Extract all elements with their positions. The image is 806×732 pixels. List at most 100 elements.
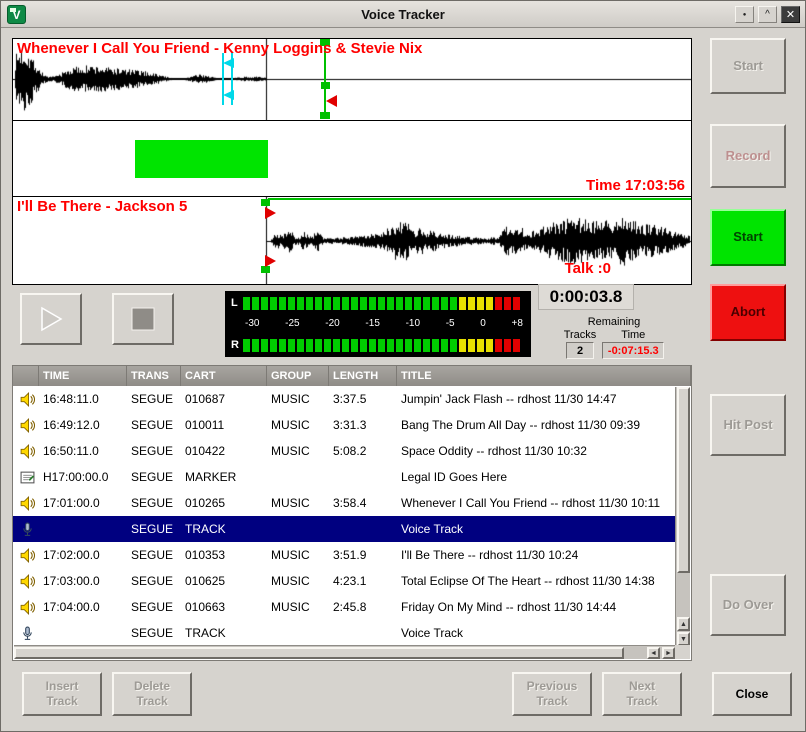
log-cell-cart: 010663	[181, 594, 267, 620]
table-row[interactable]: 17:02:00.0 SEGUE 010353 MUSIC 3:51.9 I'l…	[13, 542, 676, 568]
log-cell-group: MUSIC	[267, 568, 329, 594]
hit-post-button[interactable]: Hit Post	[710, 394, 786, 456]
scroll-down-icon[interactable]: ▼	[677, 632, 690, 646]
scale-tick: -30	[245, 318, 259, 330]
log-cell-group: MUSIC	[267, 386, 329, 412]
pin-icon[interactable]: ●	[735, 6, 754, 23]
log-cell-time: H17:00:00.0	[39, 464, 127, 490]
mic-icon	[13, 516, 39, 542]
log-cell-title: Bang The Drum All Day -- rdhost 11/30 09…	[397, 412, 676, 438]
shade-icon[interactable]: ^	[758, 6, 777, 23]
record-button[interactable]: Record	[710, 124, 786, 188]
log-cell-title: Space Oddity -- rdhost 11/30 10:32	[397, 438, 676, 464]
log-cell-title: I'll Be There -- rdhost 11/30 10:24	[397, 542, 676, 568]
table-row[interactable]: SEGUE TRACK Voice Track	[13, 620, 676, 646]
track1-waveform-panel[interactable]: Whenever I Call You Friend - Kenny Loggi…	[12, 38, 692, 121]
log-cell-group: MUSIC	[267, 438, 329, 464]
log-cell-title: Voice Track	[397, 620, 676, 646]
col-time-header[interactable]: TIME	[39, 366, 127, 386]
log-cell-trans: SEGUE	[127, 490, 181, 516]
close-icon[interactable]: ✕	[781, 6, 800, 23]
table-row[interactable]: 16:48:11.0 SEGUE 010687 MUSIC 3:37.5 Jum…	[13, 386, 676, 412]
play-icon	[37, 305, 65, 333]
log-header: TIME TRANS CART GROUP LENGTH TITLE	[13, 366, 691, 386]
window-title: Voice Tracker	[1, 7, 805, 22]
log-cell-length: 3:37.5	[329, 386, 397, 412]
log-cell-title: Voice Track	[397, 516, 676, 542]
horizontal-scrollbar[interactable]: ◄ ►	[14, 645, 676, 659]
current-time-label: Time 17:03:56	[586, 177, 685, 194]
table-row[interactable]: 16:50:11.0 SEGUE 010422 MUSIC 5:08.2 Spa…	[13, 438, 676, 464]
horizontal-scroll-thumb[interactable]	[14, 647, 624, 659]
abort-button[interactable]: Abort	[710, 284, 786, 341]
table-row[interactable]: H17:00:00.0 SEGUE MARKER Legal ID Goes H…	[13, 464, 676, 490]
voice-track-region[interactable]	[135, 140, 268, 178]
log-cell-cart: 010625	[181, 568, 267, 594]
track1-title: Whenever I Call You Friend - Kenny Loggi…	[17, 40, 422, 57]
scroll-up-icon[interactable]: ▲	[677, 617, 690, 631]
col-cart-header[interactable]: CART	[181, 366, 267, 386]
table-row[interactable]: SEGUE TRACK Voice Track	[13, 516, 676, 542]
start-button[interactable]: Start	[710, 209, 786, 266]
log-cell-trans: SEGUE	[127, 542, 181, 568]
log-cell-trans: SEGUE	[127, 516, 181, 542]
voice-tracker-window: V Voice Tracker ● ^ ✕ Whenever I Call Yo…	[0, 0, 806, 732]
meter-left-segments	[243, 297, 522, 310]
insert-track-button[interactable]: Insert Track	[22, 672, 102, 716]
log-body: 16:48:11.0 SEGUE 010687 MUSIC 3:37.5 Jum…	[13, 386, 676, 646]
log-cell-time	[39, 516, 127, 542]
meter-scale: -30 -25 -20 -15 -10 -5 0 +8	[231, 318, 525, 330]
remaining-time-value: -0:07:15.3	[602, 342, 664, 359]
next-track-button[interactable]: Next Track	[602, 672, 682, 716]
speaker-icon	[13, 542, 39, 568]
log-cell-time: 16:50:11.0	[39, 438, 127, 464]
app-icon: V	[7, 5, 26, 24]
log-cell-length: 3:58.4	[329, 490, 397, 516]
remaining-tracks-label: Tracks	[564, 329, 597, 341]
do-over-button[interactable]: Do Over	[710, 574, 786, 636]
scroll-right-icon[interactable]: ►	[662, 647, 675, 659]
col-length-header[interactable]: LENGTH	[329, 366, 397, 386]
scroll-left-icon[interactable]: ◄	[647, 647, 660, 659]
play-button[interactable]	[20, 293, 82, 345]
speaker-icon	[13, 386, 39, 412]
meter-right-label: R	[231, 339, 243, 351]
remaining-time-label: Time	[621, 329, 645, 341]
log-cell-trans: SEGUE	[127, 594, 181, 620]
log-cell-time: 17:01:00.0	[39, 490, 127, 516]
delete-track-button[interactable]: Delete Track	[112, 672, 192, 716]
track2-waveform-panel[interactable]: I'll Be There - Jackson 5 Talk :0	[12, 196, 692, 285]
vertical-scroll-thumb[interactable]	[677, 387, 690, 573]
close-button[interactable]: Close	[712, 672, 792, 716]
log-cell-group: MUSIC	[267, 412, 329, 438]
log-cell-time: 17:03:00.0	[39, 568, 127, 594]
log-cell-cart: 010687	[181, 386, 267, 412]
col-group-header[interactable]: GROUP	[267, 366, 329, 386]
remaining-label: Remaining	[588, 316, 641, 328]
log-cell-group: MUSIC	[267, 594, 329, 620]
col-title-header[interactable]: TITLE	[397, 366, 691, 386]
table-row[interactable]: 17:01:00.0 SEGUE 010265 MUSIC 3:58.4 Whe…	[13, 490, 676, 516]
voice-track-panel[interactable]: Time 17:03:56	[12, 120, 692, 197]
vertical-scrollbar[interactable]: ▲ ▼	[675, 387, 690, 646]
scale-tick: 0	[480, 318, 486, 330]
log-cell-title: Total Eclipse Of The Heart -- rdhost 11/…	[397, 568, 676, 594]
titlebar[interactable]: V Voice Tracker ● ^ ✕	[1, 1, 805, 28]
previous-track-button[interactable]: Previous Track	[512, 672, 592, 716]
table-row[interactable]: 16:49:12.0 SEGUE 010011 MUSIC 3:31.3 Ban…	[13, 412, 676, 438]
start-top-button[interactable]: Start	[710, 38, 786, 94]
meter-right-segments	[243, 339, 522, 352]
col-trans-header[interactable]: TRANS	[127, 366, 181, 386]
col-icon-header	[13, 366, 39, 386]
remaining-panel: Remaining Tracks 2 Time -0:07:15.3	[538, 316, 690, 359]
table-row[interactable]: 17:03:00.0 SEGUE 010625 MUSIC 4:23.1 Tot…	[13, 568, 676, 594]
log-table: TIME TRANS CART GROUP LENGTH TITLE 16:48…	[12, 365, 692, 661]
log-cell-time	[39, 620, 127, 646]
table-row[interactable]: 17:04:00.0 SEGUE 010663 MUSIC 2:45.8 Fri…	[13, 594, 676, 620]
log-cell-group: MUSIC	[267, 542, 329, 568]
elapsed-time-display: 0:00:03.8	[538, 284, 634, 310]
speaker-icon	[13, 438, 39, 464]
log-cell-cart: MARKER	[181, 464, 267, 490]
stop-button[interactable]	[112, 293, 174, 345]
log-cell-group: MUSIC	[267, 490, 329, 516]
